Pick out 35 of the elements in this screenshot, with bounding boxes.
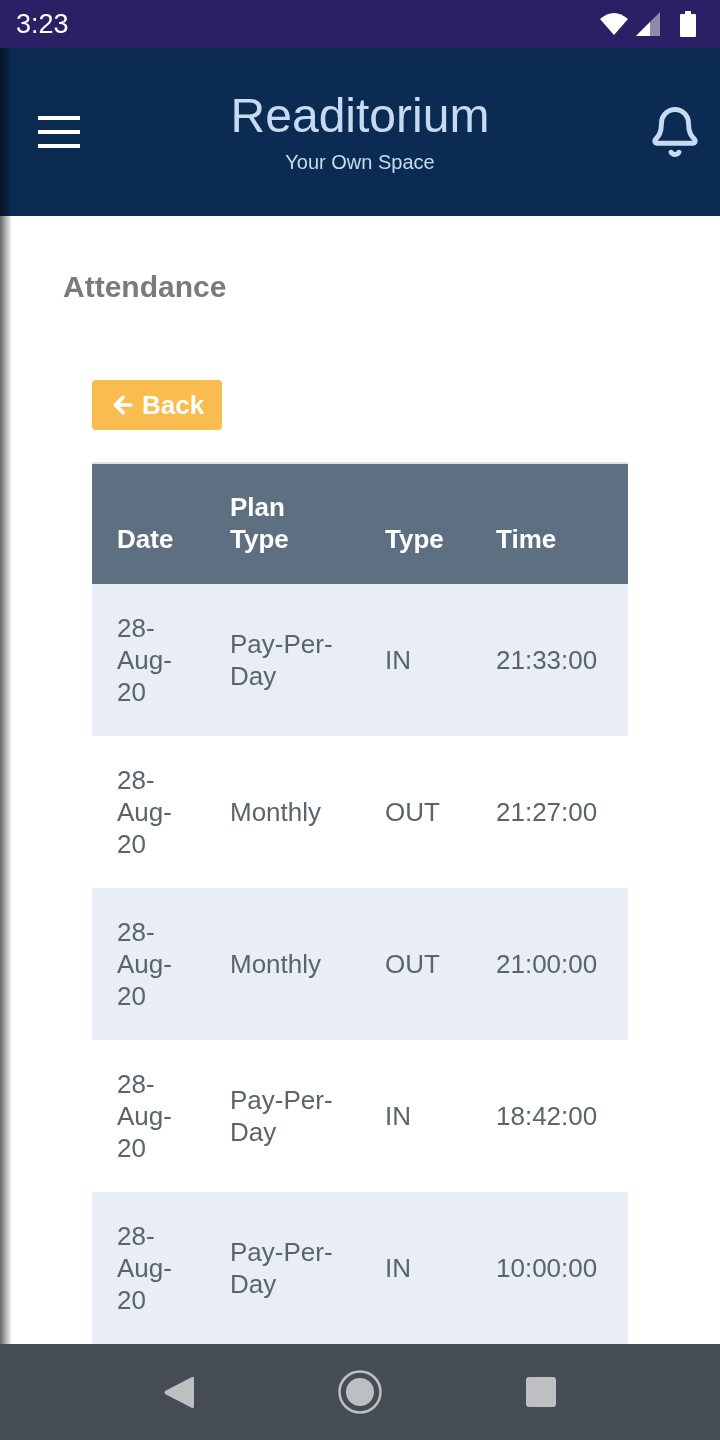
table-cell: 28-Aug-20 <box>92 888 205 1040</box>
table-cell: Pay-Per-Day <box>205 1192 360 1344</box>
table-cell: IN <box>360 1040 471 1192</box>
table-cell: OUT <box>360 888 471 1040</box>
back-button[interactable]: Back <box>92 380 223 430</box>
table-cell: Monthly <box>205 736 360 888</box>
table-cell: IN <box>360 584 471 736</box>
signal-icon <box>636 12 660 36</box>
app-title: Readitorium <box>230 92 490 140</box>
table-cell: 28-Aug-20 <box>92 584 205 736</box>
column-header: Date <box>92 464 205 584</box>
page-heading: Attendance <box>63 269 227 305</box>
app-subtitle: Your Own Space <box>285 152 435 172</box>
table-cell: 18:42:00 <box>471 1040 628 1192</box>
table-cell: IN <box>360 1192 471 1344</box>
wifi-icon <box>600 13 628 35</box>
table-cell: OUT <box>360 736 471 888</box>
table-cell: 21:00:00 <box>471 888 628 1040</box>
table-cell: 21:27:00 <box>471 736 628 888</box>
home-circle-icon[interactable] <box>338 1370 382 1414</box>
table-cell: 10:00:00 <box>471 1192 628 1344</box>
column-header: Type <box>360 464 471 584</box>
back-triangle-icon[interactable] <box>164 1375 194 1409</box>
column-header: Time <box>471 464 628 584</box>
table-cell: 21:33:00 <box>471 584 628 736</box>
table-cell: 28-Aug-20 <box>92 1040 205 1192</box>
table-cell: Pay-Per-Day <box>205 584 360 736</box>
table-cell: Pay-Per-Day <box>205 1040 360 1192</box>
menu-icon[interactable] <box>38 116 80 148</box>
table-cell: 28-Aug-20 <box>92 736 205 888</box>
column-header: Plan Type <box>205 464 360 584</box>
battery-icon <box>680 11 696 37</box>
table-cell: 28-Aug-20 <box>92 1192 205 1344</box>
status-time: 3:23 <box>16 10 69 38</box>
table-cell: Monthly <box>205 888 360 1040</box>
